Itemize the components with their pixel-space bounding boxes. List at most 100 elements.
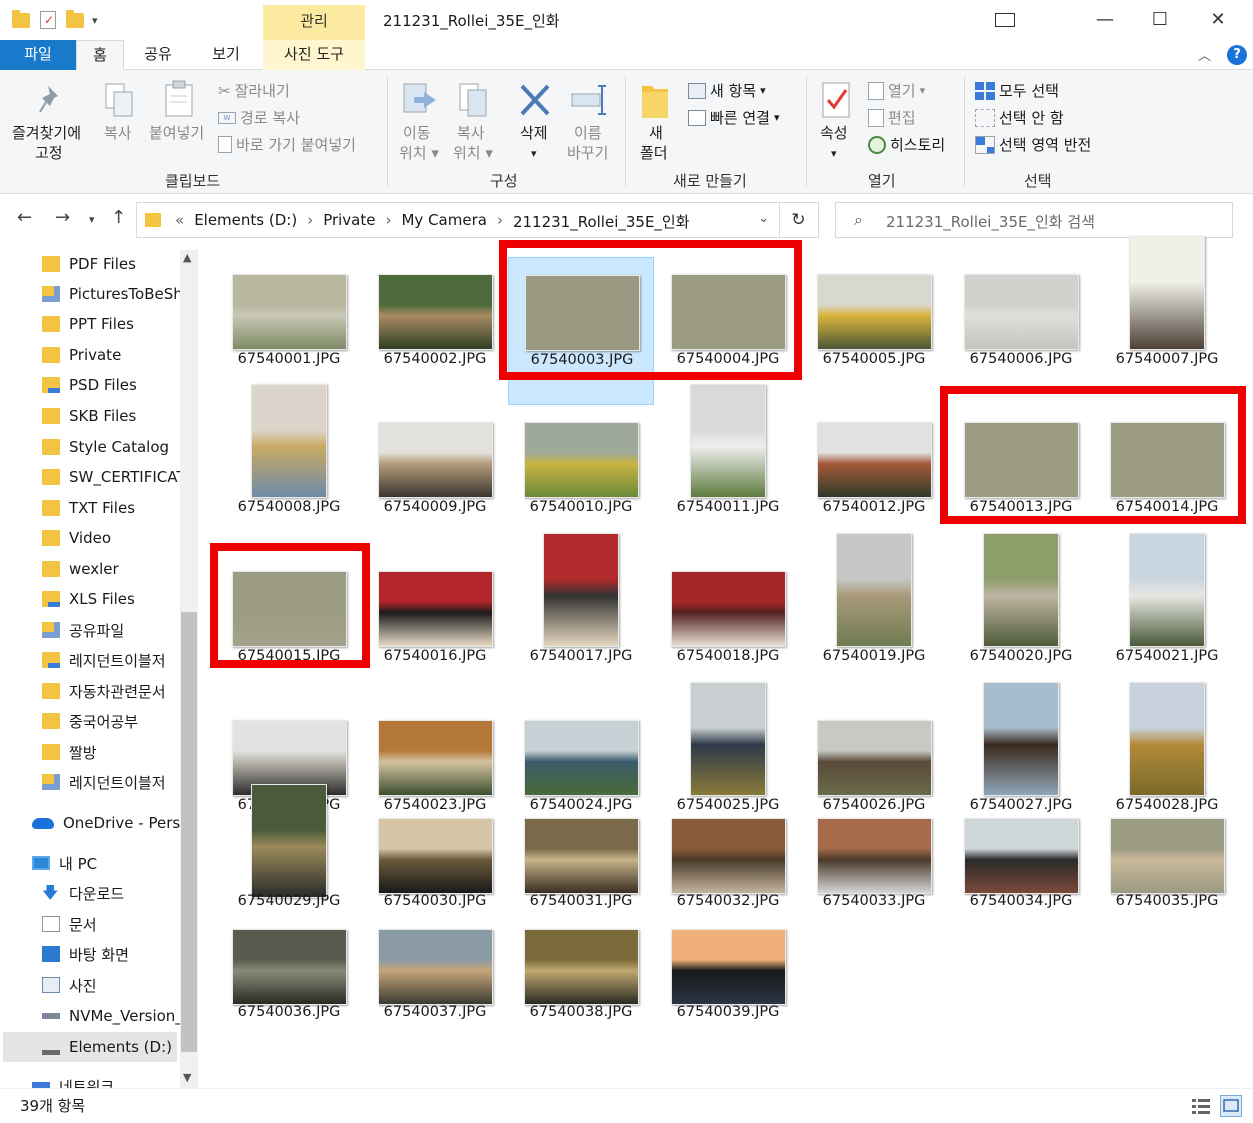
- scroll-down-icon[interactable]: ▼: [183, 1071, 191, 1084]
- file-tile[interactable]: 67540036.JPG: [216, 925, 362, 1073]
- nav-item[interactable]: 사진: [0, 970, 180, 1000]
- help-icon[interactable]: ?: [1227, 45, 1247, 65]
- nav-item[interactable]: 공유파일: [0, 615, 180, 645]
- nav-item[interactable]: 🡇 다운로드: [0, 878, 180, 908]
- chevron-right-icon[interactable]: ›: [307, 211, 313, 232]
- file-tile[interactable]: 67540005.JPG: [801, 257, 947, 405]
- file-tile[interactable]: 67540012.JPG: [801, 405, 947, 553]
- back-arrow-icon[interactable]: ←: [17, 207, 32, 228]
- folder-icon[interactable]: [12, 9, 30, 28]
- breadcrumb-item[interactable]: Elements (D:): [194, 211, 297, 232]
- nav-item[interactable]: Elements (D:): [3, 1032, 177, 1062]
- properties-check-icon[interactable]: ✓: [40, 11, 56, 29]
- nav-item[interactable]: 짤방: [0, 737, 180, 767]
- nav-item[interactable]: 바탕 화면: [0, 939, 180, 969]
- edit-button[interactable]: 편집: [868, 107, 916, 128]
- pin-to-quick-access-button[interactable]: 즐겨찾기에: [12, 124, 81, 143]
- properties-chevron-icon[interactable]: ▾: [831, 144, 837, 163]
- file-tile[interactable]: 67540010.JPG: [508, 405, 654, 553]
- nav-item[interactable]: wexler: [0, 554, 180, 584]
- breadcrumb-overflow[interactable]: «: [175, 211, 184, 232]
- move-to-button[interactable]: 이동: [403, 124, 431, 143]
- nav-item[interactable]: 네트워크: [0, 1071, 180, 1088]
- breadcrumb-item[interactable]: Private: [323, 211, 375, 232]
- tab-picture-tools[interactable]: 사진 도구: [263, 40, 365, 70]
- file-tile[interactable]: 67540001.JPG: [216, 257, 362, 405]
- file-tile[interactable]: 67540037.JPG: [362, 925, 508, 1073]
- nav-item[interactable]: NVMe_Version_: [0, 1001, 180, 1031]
- nav-item[interactable]: SW_CERTIFICAT: [0, 462, 180, 492]
- file-tile[interactable]: 67540035.JPG: [1094, 814, 1240, 962]
- search-input[interactable]: ⌕ 211231_Rollei_35E_인화 검색: [835, 202, 1233, 238]
- address-bar[interactable]: « Elements (D:) › Private › My Camera › …: [136, 202, 780, 238]
- refresh-icon[interactable]: ↻: [779, 202, 819, 238]
- nav-item[interactable]: TXT Files: [0, 493, 180, 523]
- file-tile[interactable]: 67540009.JPG: [362, 405, 508, 553]
- minimize-button[interactable]: —: [1085, 5, 1125, 35]
- nav-item[interactable]: PSD Files: [0, 370, 180, 400]
- scroll-up-icon[interactable]: ▲: [183, 251, 191, 264]
- nav-item[interactable]: PDF Files: [0, 249, 180, 279]
- tab-home[interactable]: 홈: [76, 40, 124, 71]
- nav-item[interactable]: 레지던트이블저: [0, 645, 180, 675]
- customize-chevron-icon[interactable]: ▾: [92, 14, 98, 27]
- chevron-right-icon[interactable]: ›: [497, 211, 503, 232]
- breadcrumb-item[interactable]: 211231_Rollei_35E_인화: [513, 211, 690, 232]
- nav-item[interactable]: Private: [0, 340, 180, 370]
- paste-shortcut-button[interactable]: 바로 가기 붙여넣기: [218, 134, 356, 155]
- new-folder-button[interactable]: 새: [649, 124, 663, 143]
- history-button[interactable]: 히스토리: [868, 134, 945, 155]
- tab-file[interactable]: 파일: [0, 40, 76, 70]
- copy-path-button[interactable]: W 경로 복사: [218, 107, 300, 128]
- nav-item[interactable]: 레지던트이블저: [0, 767, 180, 797]
- nav-item[interactable]: Style Catalog: [0, 432, 180, 462]
- large-icons-view-icon[interactable]: [1220, 1095, 1242, 1117]
- delete-chevron-icon[interactable]: ▾: [531, 144, 537, 163]
- nav-item[interactable]: 자동차관련문서: [0, 676, 180, 706]
- nav-item[interactable]: 내 PC: [0, 848, 180, 878]
- new-item-button[interactable]: 새 항목 ▾: [688, 80, 766, 101]
- invert-selection-button[interactable]: 선택 영역 반전: [975, 134, 1091, 155]
- select-none-button[interactable]: 선택 안 함: [975, 107, 1064, 128]
- tablet-mode-icon[interactable]: [995, 13, 1015, 27]
- nav-item[interactable]: PicturesToBeSha: [0, 279, 180, 309]
- file-tile[interactable]: 67540008.JPG: [216, 384, 362, 553]
- file-tile[interactable]: 67540016.JPG: [362, 554, 508, 702]
- details-view-icon[interactable]: [1190, 1095, 1212, 1117]
- recent-locations-chevron-icon[interactable]: ▾: [89, 213, 95, 226]
- nav-scrollbar-thumb[interactable]: [181, 612, 197, 1052]
- breadcrumb-item[interactable]: My Camera: [401, 211, 486, 232]
- copy-to-button[interactable]: 복사: [457, 124, 485, 143]
- rename-button[interactable]: 이름: [574, 124, 602, 143]
- nav-item[interactable]: Video: [0, 523, 180, 553]
- nav-item[interactable]: OneDrive - Perso: [0, 808, 180, 838]
- file-tile[interactable]: 67540006.JPG: [948, 257, 1094, 405]
- file-tile[interactable]: 67540017.JPG: [508, 533, 654, 702]
- delete-button[interactable]: 삭제: [520, 124, 548, 143]
- file-tile[interactable]: 67540021.JPG: [1094, 533, 1240, 702]
- maximize-button[interactable]: ☐: [1140, 5, 1180, 35]
- open-button[interactable]: 열기 ▾: [868, 80, 925, 101]
- new-folder-icon[interactable]: [66, 9, 84, 28]
- tab-share[interactable]: 공유: [134, 40, 182, 70]
- file-tile[interactable]: 67540033.JPG: [801, 814, 947, 962]
- easy-access-button[interactable]: 빠른 연결 ▾: [688, 107, 780, 128]
- nav-item[interactable]: 중국어공부: [0, 706, 180, 736]
- nav-item[interactable]: 문서: [0, 909, 180, 939]
- file-tile[interactable]: 67540011.JPG: [655, 384, 801, 553]
- context-tab-manage[interactable]: 관리: [263, 5, 365, 40]
- nav-item[interactable]: XLS Files: [0, 584, 180, 614]
- select-all-button[interactable]: 모두 선택: [975, 80, 1059, 101]
- tab-view[interactable]: 보기: [200, 40, 252, 70]
- file-tile[interactable]: 67540007.JPG: [1094, 236, 1240, 405]
- file-tile[interactable]: 67540019.JPG: [801, 533, 947, 702]
- properties-button[interactable]: 속성: [820, 124, 848, 143]
- cut-button[interactable]: ✂ 잘라내기: [218, 80, 290, 101]
- close-button[interactable]: ✕: [1198, 5, 1238, 35]
- address-history-chevron-icon[interactable]: ⌄: [758, 211, 769, 226]
- nav-item[interactable]: PPT Files: [0, 309, 180, 339]
- forward-arrow-icon[interactable]: →: [55, 207, 70, 228]
- nav-item[interactable]: SKB Files: [0, 401, 180, 431]
- paste-button[interactable]: 붙여넣기: [149, 124, 204, 143]
- file-tile[interactable]: 67540002.JPG: [362, 257, 508, 405]
